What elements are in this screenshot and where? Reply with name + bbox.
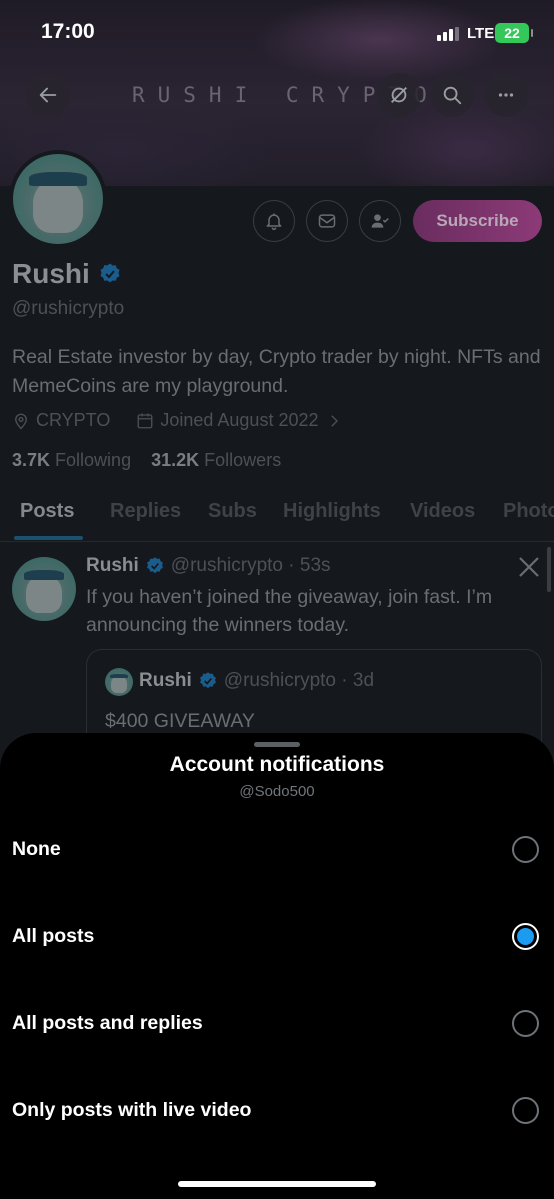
followers-link[interactable]: 31.2K Followers xyxy=(151,450,281,470)
quote-header: Rushi @rushicrypto · 3d xyxy=(139,670,374,692)
status-bar: 17:00 LTE 22 xyxy=(0,0,554,66)
notification-bell-icon xyxy=(266,213,282,231)
verified-badge-icon xyxy=(199,672,216,689)
following-link[interactable]: 3.7K Following xyxy=(12,450,131,470)
quote-text: $400 GIVEAWAY xyxy=(105,710,255,732)
profile-handle: @rushicrypto xyxy=(12,298,125,319)
subscribe-button[interactable]: Subscribe xyxy=(413,200,542,242)
followers-count: 31.2K xyxy=(151,450,200,470)
message-button[interactable] xyxy=(306,200,348,242)
option-label: All posts and replies xyxy=(12,1012,203,1034)
notifications-sheet: Account notifications @Sodo500 None All … xyxy=(0,733,554,1199)
home-indicator[interactable] xyxy=(178,1181,376,1187)
follow-stats: 3.7K Following 31.2K Followers xyxy=(12,450,281,471)
profile-name: Rushi xyxy=(12,258,90,289)
radio-button-selected[interactable] xyxy=(512,923,539,950)
following-label: Following xyxy=(55,450,132,470)
sheet-title: Account notifications xyxy=(169,753,385,776)
profile-joined: Joined August 2022 xyxy=(160,410,319,430)
notifications-button[interactable] xyxy=(253,200,295,242)
profile-location: CRYPTO xyxy=(36,410,111,430)
calendar-icon xyxy=(137,413,153,428)
post-author-name: Rushi xyxy=(86,555,139,576)
quote-avatar xyxy=(105,668,133,696)
profile-name-row: Rushi xyxy=(12,258,122,290)
chevron-right-icon[interactable] xyxy=(325,412,343,430)
post-text: If you haven’t joined the giveaway, join… xyxy=(86,586,493,636)
tab-photos[interactable]: Photos xyxy=(503,500,554,523)
tab-videos[interactable]: Videos xyxy=(410,500,475,523)
following-count: 3.7K xyxy=(12,450,51,470)
back-arrow-icon xyxy=(39,87,57,103)
scrollbar[interactable] xyxy=(547,547,551,592)
tab-highlights[interactable]: Highlights xyxy=(283,500,381,523)
profile-meta: CRYPTO Joined August 2022 xyxy=(12,410,343,431)
tab-posts[interactable]: Posts xyxy=(20,500,74,523)
option-label: All posts xyxy=(12,925,95,947)
option-live-video[interactable]: Only posts with live video xyxy=(0,1081,554,1141)
option-label: None xyxy=(12,838,61,860)
profile-bio: Real Estate investor by day, Crypto trad… xyxy=(12,346,541,397)
tab-subs[interactable]: Subs xyxy=(208,500,257,523)
location-icon xyxy=(15,413,27,429)
battery-icon: 22 xyxy=(495,23,533,43)
more-icon xyxy=(498,93,514,97)
search-icon xyxy=(443,86,462,105)
profile-avatar[interactable] xyxy=(9,150,107,248)
followers-label: Followers xyxy=(204,450,282,470)
radio-button[interactable] xyxy=(512,836,539,863)
option-none[interactable]: None xyxy=(0,820,554,880)
option-label: Only posts with live video xyxy=(12,1099,252,1121)
profile-tabs: Posts Replies Subs Highlights Videos Pho… xyxy=(0,496,554,542)
active-tab-indicator xyxy=(14,536,83,540)
verified-badge-icon xyxy=(146,557,163,574)
post-header: Rushi @rushicrypto · 53s xyxy=(86,555,331,577)
back-button[interactable] xyxy=(26,73,70,117)
option-all-posts[interactable]: All posts xyxy=(0,907,554,967)
post-avatar[interactable] xyxy=(12,557,76,621)
following-button[interactable] xyxy=(359,200,401,242)
x-logo-icon xyxy=(519,557,539,577)
signal-icon xyxy=(437,27,459,41)
sheet-subtitle: @Sodo500 xyxy=(239,783,315,800)
more-button[interactable] xyxy=(484,73,528,117)
tab-replies[interactable]: Replies xyxy=(110,500,181,523)
search-button[interactable] xyxy=(430,73,474,117)
quote-author-name: Rushi xyxy=(139,670,192,691)
verified-badge-icon xyxy=(100,263,120,283)
post-handle-time: @rushicrypto · 53s xyxy=(170,555,331,576)
radio-button[interactable] xyxy=(512,1097,539,1124)
following-user-icon xyxy=(371,214,389,228)
hide-button[interactable] xyxy=(377,73,421,117)
mail-icon xyxy=(318,214,336,228)
status-time: 17:00 xyxy=(41,20,95,43)
network-label: LTE xyxy=(467,25,495,42)
radio-button[interactable] xyxy=(512,1010,539,1037)
screen: RUSHI CRYPTO 17:00 LTE 22 Subscribe Rush… xyxy=(0,0,554,1199)
option-all-posts-and-replies[interactable]: All posts and replies xyxy=(0,994,554,1054)
quote-handle-time: @rushicrypto · 3d xyxy=(223,670,375,691)
sheet-grabber[interactable] xyxy=(254,742,300,747)
hide-icon xyxy=(391,87,407,103)
